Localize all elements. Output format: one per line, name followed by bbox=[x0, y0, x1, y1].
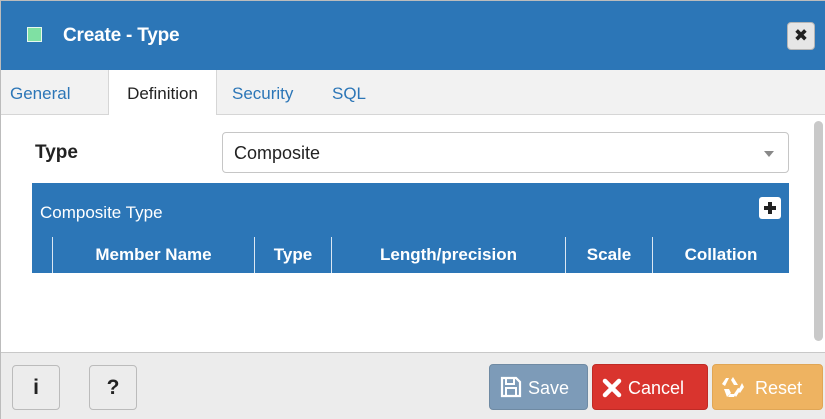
create-type-dialog: Create - Type ✖ General Definition Secur… bbox=[0, 0, 825, 419]
close-button[interactable]: ✖ bbox=[787, 22, 815, 50]
help-button[interactable]: ? bbox=[89, 365, 137, 410]
floppy-disk-icon bbox=[500, 376, 522, 398]
dialog-title-bar: Create - Type ✖ bbox=[1, 1, 825, 70]
column-header-scale[interactable]: Scale bbox=[565, 237, 652, 273]
tab-definition[interactable]: Definition bbox=[108, 70, 217, 116]
dialog-title: Create - Type bbox=[63, 25, 180, 46]
column-header-member-name[interactable]: Member Name bbox=[52, 237, 254, 273]
composite-grid-header: Member Name Type Length/precision Scale … bbox=[32, 237, 789, 273]
type-icon bbox=[27, 27, 42, 42]
type-label: Type bbox=[35, 142, 78, 163]
reset-button[interactable]: Reset bbox=[712, 364, 823, 410]
info-button[interactable]: i bbox=[12, 365, 60, 410]
column-header-collation[interactable]: Collation bbox=[652, 237, 789, 273]
close-icon bbox=[602, 378, 622, 398]
dialog-footer: i ? Save Cancel Reset bbox=[1, 352, 825, 419]
tab-bar: General Definition Security SQL bbox=[1, 70, 825, 116]
composite-type-title: Composite Type bbox=[40, 203, 163, 222]
tab-sql[interactable]: SQL bbox=[332, 70, 366, 115]
add-member-button[interactable] bbox=[759, 197, 781, 219]
tab-general[interactable]: General bbox=[10, 70, 70, 115]
chevron-down-icon bbox=[764, 151, 774, 157]
save-button-label: Save bbox=[528, 378, 570, 398]
tab-security[interactable]: Security bbox=[232, 70, 293, 115]
type-select-value: Composite bbox=[234, 143, 321, 163]
column-header-length-precision[interactable]: Length/precision bbox=[331, 237, 565, 273]
cancel-button[interactable]: Cancel bbox=[592, 364, 708, 410]
recycle-icon bbox=[722, 377, 744, 397]
column-header-type[interactable]: Type bbox=[254, 237, 331, 273]
row-select-column-header bbox=[32, 237, 52, 273]
cancel-button-label: Cancel bbox=[628, 378, 685, 398]
vertical-scrollbar[interactable] bbox=[814, 121, 823, 341]
type-select[interactable]: Composite bbox=[222, 132, 789, 173]
reset-button-label: Reset bbox=[755, 378, 803, 398]
save-button[interactable]: Save bbox=[489, 364, 588, 410]
